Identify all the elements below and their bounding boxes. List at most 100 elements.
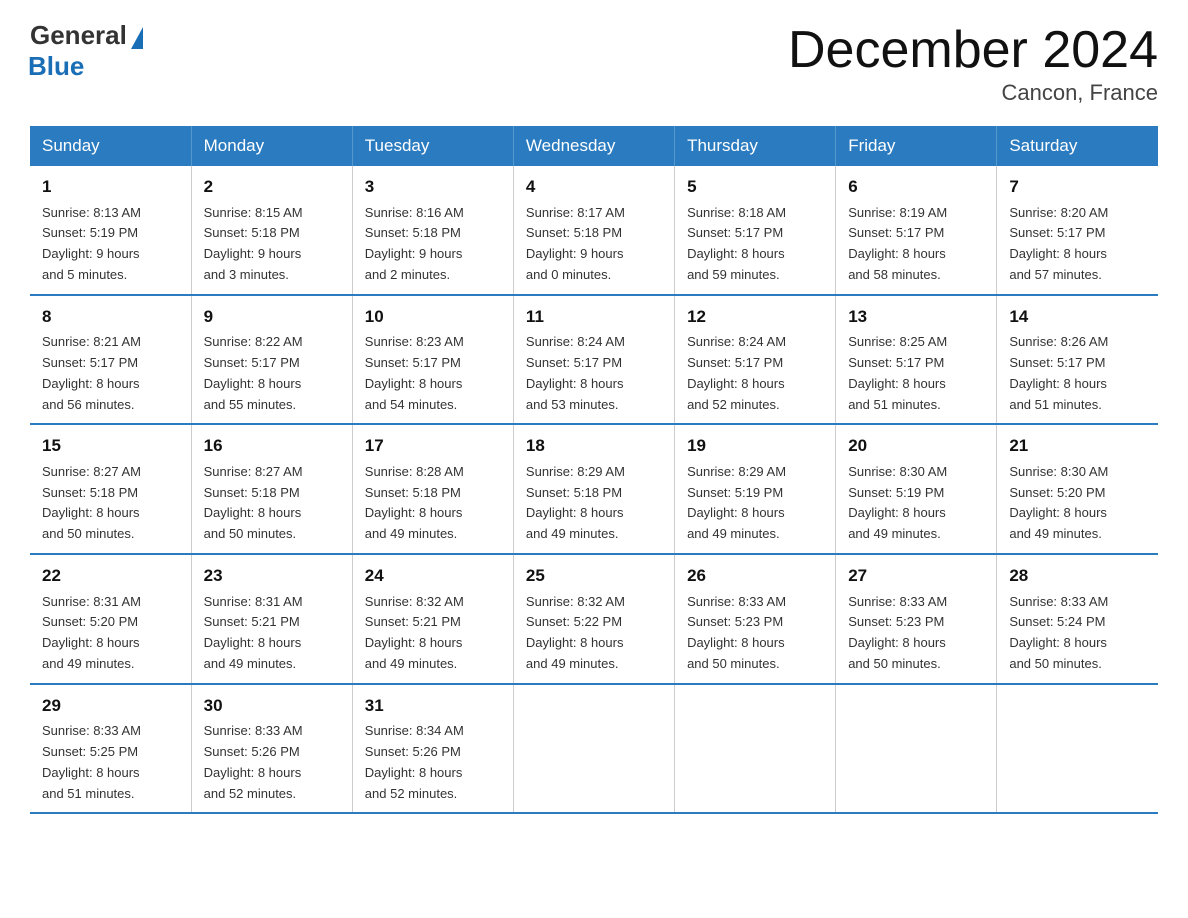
header-day-tuesday: Tuesday (352, 126, 513, 166)
calendar-cell: 21 Sunrise: 8:30 AMSunset: 5:20 PMDaylig… (997, 424, 1158, 554)
calendar-cell: 25 Sunrise: 8:32 AMSunset: 5:22 PMDaylig… (513, 554, 674, 684)
logo-triangle-icon (131, 27, 143, 49)
day-info: Sunrise: 8:30 AMSunset: 5:19 PMDaylight:… (848, 464, 947, 541)
calendar-cell (513, 684, 674, 814)
calendar-cell: 2 Sunrise: 8:15 AMSunset: 5:18 PMDayligh… (191, 166, 352, 295)
header-day-saturday: Saturday (997, 126, 1158, 166)
day-info: Sunrise: 8:25 AMSunset: 5:17 PMDaylight:… (848, 334, 947, 411)
calendar-cell: 14 Sunrise: 8:26 AMSunset: 5:17 PMDaylig… (997, 295, 1158, 425)
calendar-cell: 3 Sunrise: 8:16 AMSunset: 5:18 PMDayligh… (352, 166, 513, 295)
day-info: Sunrise: 8:33 AMSunset: 5:23 PMDaylight:… (848, 594, 947, 671)
calendar-cell: 17 Sunrise: 8:28 AMSunset: 5:18 PMDaylig… (352, 424, 513, 554)
day-number: 28 (1009, 563, 1146, 589)
day-number: 10 (365, 304, 501, 330)
calendar-cell: 5 Sunrise: 8:18 AMSunset: 5:17 PMDayligh… (675, 166, 836, 295)
day-number: 4 (526, 174, 662, 200)
calendar-cell: 30 Sunrise: 8:33 AMSunset: 5:26 PMDaylig… (191, 684, 352, 814)
day-info: Sunrise: 8:29 AMSunset: 5:19 PMDaylight:… (687, 464, 786, 541)
day-number: 24 (365, 563, 501, 589)
day-number: 18 (526, 433, 662, 459)
day-number: 30 (204, 693, 340, 719)
logo-blue-text: Blue (28, 51, 84, 82)
day-number: 3 (365, 174, 501, 200)
day-info: Sunrise: 8:30 AMSunset: 5:20 PMDaylight:… (1009, 464, 1108, 541)
day-number: 12 (687, 304, 823, 330)
calendar-cell: 26 Sunrise: 8:33 AMSunset: 5:23 PMDaylig… (675, 554, 836, 684)
calendar-cell: 1 Sunrise: 8:13 AMSunset: 5:19 PMDayligh… (30, 166, 191, 295)
day-number: 23 (204, 563, 340, 589)
day-number: 8 (42, 304, 179, 330)
calendar-week-3: 15 Sunrise: 8:27 AMSunset: 5:18 PMDaylig… (30, 424, 1158, 554)
day-number: 27 (848, 563, 984, 589)
day-info: Sunrise: 8:18 AMSunset: 5:17 PMDaylight:… (687, 205, 786, 282)
header-day-sunday: Sunday (30, 126, 191, 166)
calendar-cell: 9 Sunrise: 8:22 AMSunset: 5:17 PMDayligh… (191, 295, 352, 425)
calendar-cell: 11 Sunrise: 8:24 AMSunset: 5:17 PMDaylig… (513, 295, 674, 425)
calendar-cell: 22 Sunrise: 8:31 AMSunset: 5:20 PMDaylig… (30, 554, 191, 684)
calendar-cell: 23 Sunrise: 8:31 AMSunset: 5:21 PMDaylig… (191, 554, 352, 684)
day-number: 22 (42, 563, 179, 589)
month-title: December 2024 (788, 20, 1158, 80)
day-info: Sunrise: 8:32 AMSunset: 5:22 PMDaylight:… (526, 594, 625, 671)
day-info: Sunrise: 8:32 AMSunset: 5:21 PMDaylight:… (365, 594, 464, 671)
day-info: Sunrise: 8:33 AMSunset: 5:26 PMDaylight:… (204, 723, 303, 800)
logo-general-text: General (30, 20, 127, 51)
day-info: Sunrise: 8:29 AMSunset: 5:18 PMDaylight:… (526, 464, 625, 541)
calendar-table: SundayMondayTuesdayWednesdayThursdayFrid… (30, 126, 1158, 814)
day-info: Sunrise: 8:28 AMSunset: 5:18 PMDaylight:… (365, 464, 464, 541)
header-day-wednesday: Wednesday (513, 126, 674, 166)
day-number: 11 (526, 304, 662, 330)
calendar-cell: 27 Sunrise: 8:33 AMSunset: 5:23 PMDaylig… (836, 554, 997, 684)
calendar-cell: 16 Sunrise: 8:27 AMSunset: 5:18 PMDaylig… (191, 424, 352, 554)
day-number: 21 (1009, 433, 1146, 459)
day-info: Sunrise: 8:33 AMSunset: 5:24 PMDaylight:… (1009, 594, 1108, 671)
header-day-monday: Monday (191, 126, 352, 166)
calendar-cell: 18 Sunrise: 8:29 AMSunset: 5:18 PMDaylig… (513, 424, 674, 554)
calendar-body: 1 Sunrise: 8:13 AMSunset: 5:19 PMDayligh… (30, 166, 1158, 813)
calendar-week-5: 29 Sunrise: 8:33 AMSunset: 5:25 PMDaylig… (30, 684, 1158, 814)
calendar-cell: 24 Sunrise: 8:32 AMSunset: 5:21 PMDaylig… (352, 554, 513, 684)
day-info: Sunrise: 8:31 AMSunset: 5:20 PMDaylight:… (42, 594, 141, 671)
day-info: Sunrise: 8:20 AMSunset: 5:17 PMDaylight:… (1009, 205, 1108, 282)
day-number: 31 (365, 693, 501, 719)
calendar-cell: 4 Sunrise: 8:17 AMSunset: 5:18 PMDayligh… (513, 166, 674, 295)
day-info: Sunrise: 8:16 AMSunset: 5:18 PMDaylight:… (365, 205, 464, 282)
location-title: Cancon, France (788, 80, 1158, 106)
day-info: Sunrise: 8:15 AMSunset: 5:18 PMDaylight:… (204, 205, 303, 282)
day-number: 14 (1009, 304, 1146, 330)
calendar-cell: 15 Sunrise: 8:27 AMSunset: 5:18 PMDaylig… (30, 424, 191, 554)
header-day-thursday: Thursday (675, 126, 836, 166)
day-info: Sunrise: 8:33 AMSunset: 5:23 PMDaylight:… (687, 594, 786, 671)
header-row: SundayMondayTuesdayWednesdayThursdayFrid… (30, 126, 1158, 166)
day-info: Sunrise: 8:26 AMSunset: 5:17 PMDaylight:… (1009, 334, 1108, 411)
day-info: Sunrise: 8:34 AMSunset: 5:26 PMDaylight:… (365, 723, 464, 800)
calendar-cell: 31 Sunrise: 8:34 AMSunset: 5:26 PMDaylig… (352, 684, 513, 814)
day-number: 29 (42, 693, 179, 719)
calendar-week-4: 22 Sunrise: 8:31 AMSunset: 5:20 PMDaylig… (30, 554, 1158, 684)
calendar-cell: 8 Sunrise: 8:21 AMSunset: 5:17 PMDayligh… (30, 295, 191, 425)
day-number: 20 (848, 433, 984, 459)
day-info: Sunrise: 8:13 AMSunset: 5:19 PMDaylight:… (42, 205, 141, 282)
day-number: 7 (1009, 174, 1146, 200)
day-number: 1 (42, 174, 179, 200)
calendar-cell: 29 Sunrise: 8:33 AMSunset: 5:25 PMDaylig… (30, 684, 191, 814)
day-number: 6 (848, 174, 984, 200)
day-info: Sunrise: 8:17 AMSunset: 5:18 PMDaylight:… (526, 205, 625, 282)
calendar-cell: 20 Sunrise: 8:30 AMSunset: 5:19 PMDaylig… (836, 424, 997, 554)
calendar-cell: 28 Sunrise: 8:33 AMSunset: 5:24 PMDaylig… (997, 554, 1158, 684)
day-info: Sunrise: 8:27 AMSunset: 5:18 PMDaylight:… (204, 464, 303, 541)
day-number: 16 (204, 433, 340, 459)
header-day-friday: Friday (836, 126, 997, 166)
calendar-cell: 6 Sunrise: 8:19 AMSunset: 5:17 PMDayligh… (836, 166, 997, 295)
day-info: Sunrise: 8:33 AMSunset: 5:25 PMDaylight:… (42, 723, 141, 800)
calendar-cell (836, 684, 997, 814)
calendar-week-1: 1 Sunrise: 8:13 AMSunset: 5:19 PMDayligh… (30, 166, 1158, 295)
calendar-cell: 13 Sunrise: 8:25 AMSunset: 5:17 PMDaylig… (836, 295, 997, 425)
calendar-week-2: 8 Sunrise: 8:21 AMSunset: 5:17 PMDayligh… (30, 295, 1158, 425)
day-number: 19 (687, 433, 823, 459)
day-info: Sunrise: 8:21 AMSunset: 5:17 PMDaylight:… (42, 334, 141, 411)
calendar-cell: 7 Sunrise: 8:20 AMSunset: 5:17 PMDayligh… (997, 166, 1158, 295)
day-info: Sunrise: 8:24 AMSunset: 5:17 PMDaylight:… (526, 334, 625, 411)
page-header: General Blue December 2024 Cancon, Franc… (30, 20, 1158, 106)
day-info: Sunrise: 8:19 AMSunset: 5:17 PMDaylight:… (848, 205, 947, 282)
